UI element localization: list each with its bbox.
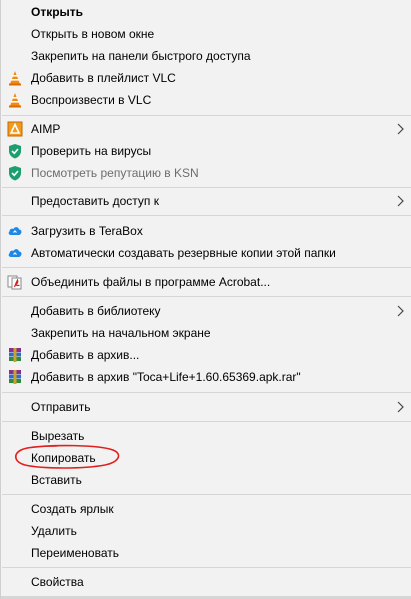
menu-item-add-to-library[interactable]: Добавить в библиотеку <box>1 300 411 322</box>
menu-separator <box>2 494 411 495</box>
acrobat-icon <box>7 274 23 290</box>
menu-item-open[interactable]: Открыть <box>1 1 411 23</box>
menu-separator <box>2 187 411 188</box>
menu-item-label: Добавить в архив "Toca+Life+1.60.65369.a… <box>31 370 301 384</box>
menu-item-properties[interactable]: Свойства <box>1 571 411 593</box>
menu-item-label: Проверить на вирусы <box>31 144 152 158</box>
menu-item-label: Объединить файлы в программе Acrobat... <box>31 275 271 289</box>
menu-separator <box>2 267 411 268</box>
menu-separator <box>2 115 411 116</box>
menu-item-label: Вырезать <box>31 429 85 443</box>
menu-item-label: Добавить в библиотеку <box>31 304 161 318</box>
menu-item-label: Закрепить на панели быстрого доступа <box>31 49 251 63</box>
winrar-icon <box>7 369 23 385</box>
terabox-cloud-icon <box>7 245 23 261</box>
menu-item-label: Воспроизвести в VLC <box>31 93 152 107</box>
menu-item-label: Вставить <box>31 473 82 487</box>
menu-item-label: Добавить в архив... <box>31 348 140 362</box>
menu-item-send-to[interactable]: Отправить <box>1 396 411 418</box>
menu-item-acrobat-combine[interactable]: Объединить файлы в программе Acrobat... <box>1 271 411 293</box>
menu-item-add-to-named-archive[interactable]: Добавить в архив "Toca+Life+1.60.65369.a… <box>1 366 411 388</box>
menu-item-label: Посмотреть репутацию в KSN <box>31 166 199 180</box>
menu-item-label: Создать ярлык <box>31 502 114 516</box>
menu-item-pin-quick-access[interactable]: Закрепить на панели быстрого доступа <box>1 45 411 67</box>
menu-separator <box>2 215 411 216</box>
menu-separator <box>2 567 411 568</box>
menu-item-cut[interactable]: Вырезать <box>1 425 411 447</box>
vlc-cone-icon <box>7 92 23 108</box>
menu-item-label: Добавить в плейлист VLC <box>31 71 176 85</box>
menu-item-label: Отправить <box>31 400 91 414</box>
chevron-right-icon <box>396 122 406 136</box>
aimp-icon <box>7 121 23 137</box>
menu-item-label: Автоматически создавать резервные копии … <box>31 246 336 260</box>
menu-item-pin-start[interactable]: Закрепить на начальном экране <box>1 322 411 344</box>
vlc-cone-icon <box>7 70 23 86</box>
menu-item-label: Копировать <box>31 451 96 465</box>
menu-item-rename[interactable]: Переименовать <box>1 542 411 564</box>
menu-item-terabox-upload[interactable]: Загрузить в TeraBox <box>1 220 411 242</box>
menu-item-copy[interactable]: Копировать <box>1 447 411 469</box>
menu-item-label: Предоставить доступ к <box>31 194 159 208</box>
menu-item-label: Переименовать <box>31 546 119 560</box>
menu-item-share-with[interactable]: Предоставить доступ к <box>1 190 411 212</box>
menu-item-vlc-playlist[interactable]: Добавить в плейлист VLC <box>1 67 411 89</box>
menu-item-vlc-play[interactable]: Воспроизвести в VLC <box>1 89 411 111</box>
menu-item-scan-virus[interactable]: Проверить на вирусы <box>1 140 411 162</box>
menu-separator <box>2 296 411 297</box>
chevron-right-icon <box>396 194 406 208</box>
kaspersky-shield-icon <box>7 165 23 181</box>
menu-item-terabox-backup[interactable]: Автоматически создавать резервные копии … <box>1 242 411 264</box>
winrar-icon <box>7 347 23 363</box>
menu-item-ksn-reputation: Посмотреть репутацию в KSN <box>1 162 411 184</box>
kaspersky-shield-icon <box>7 143 23 159</box>
menu-item-label: Свойства <box>31 575 84 589</box>
menu-item-paste[interactable]: Вставить <box>1 469 411 491</box>
menu-item-aimp[interactable]: AIMP <box>1 118 411 140</box>
menu-item-create-shortcut[interactable]: Создать ярлык <box>1 498 411 520</box>
menu-item-label: AIMP <box>31 122 61 136</box>
chevron-right-icon <box>396 400 406 414</box>
menu-item-label: Открыть <box>31 5 84 19</box>
menu-item-delete[interactable]: Удалить <box>1 520 411 542</box>
menu-item-label: Удалить <box>31 524 77 538</box>
menu-item-label: Загрузить в TeraBox <box>31 224 143 238</box>
menu-item-add-to-archive[interactable]: Добавить в архив... <box>1 344 411 366</box>
menu-separator <box>2 392 411 393</box>
menu-item-open-new-window[interactable]: Открыть в новом окне <box>1 23 411 45</box>
menu-item-label: Закрепить на начальном экране <box>31 326 211 340</box>
menu-item-label: Открыть в новом окне <box>31 27 155 41</box>
terabox-cloud-icon <box>7 223 23 239</box>
menu-separator <box>2 421 411 422</box>
context-menu: Открыть Открыть в новом окне Закрепить н… <box>0 0 411 599</box>
chevron-right-icon <box>396 304 406 318</box>
